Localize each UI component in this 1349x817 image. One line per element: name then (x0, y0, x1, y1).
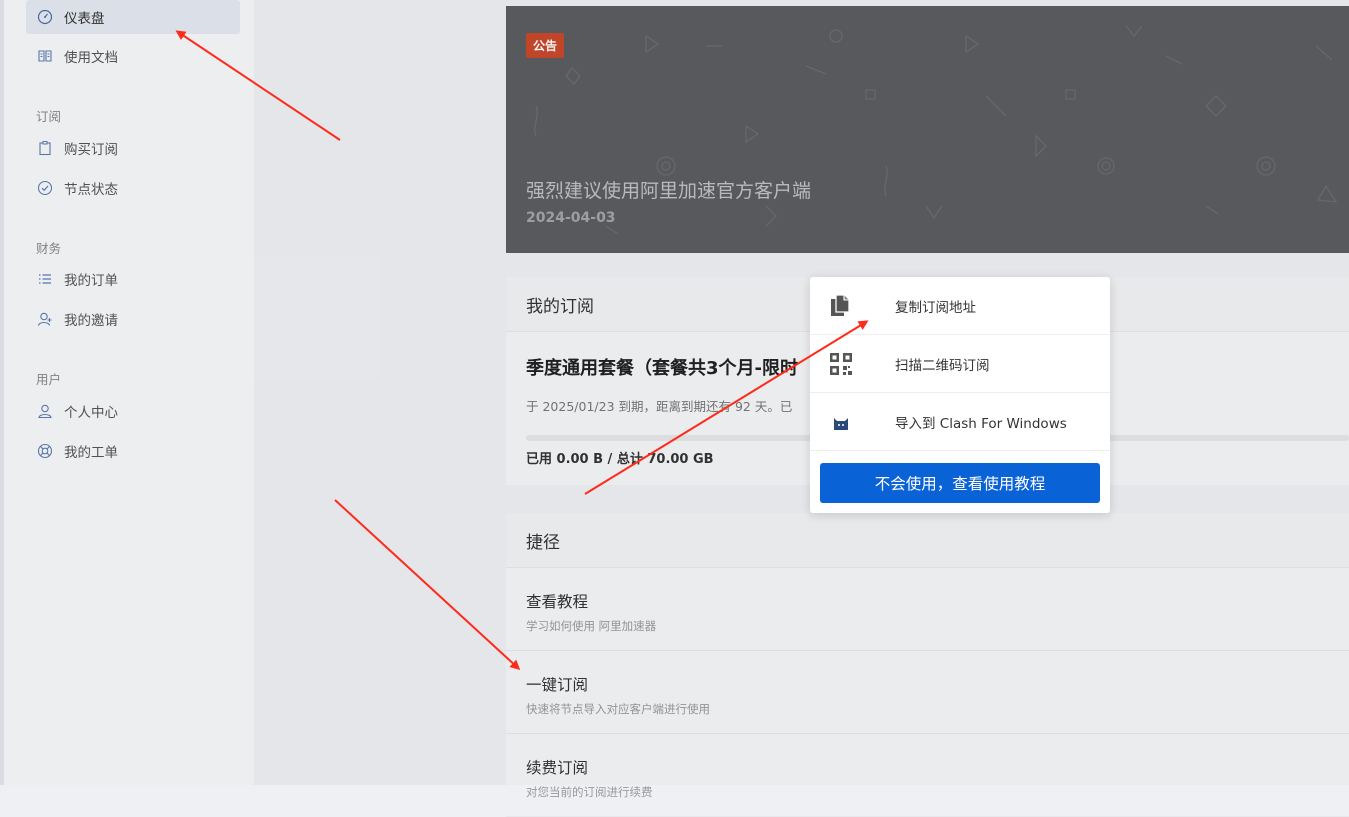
sidebar-item-label: 仪表盘 (64, 11, 105, 27)
sidebar-item-label: 节点状态 (64, 182, 118, 198)
shortcut-desc: 学习如何使用 阿里加速器 (526, 619, 657, 633)
copy-subscription-url-item[interactable]: 复制订阅地址 (810, 277, 1110, 335)
shortcut-renew-subscription[interactable]: 续费订阅 对您当前的订阅进行续费 (506, 734, 1349, 817)
import-clash-item[interactable]: 导入到 Clash For Windows (810, 393, 1110, 451)
clipboard-icon (36, 139, 54, 157)
announcement-banner[interactable]: 公告 强烈建议使用阿里加速官方客户端 2024-04-03 (506, 6, 1349, 253)
shortcut-desc: 对您当前的订阅进行续费 (526, 785, 653, 799)
sidebar-item-dashboard[interactable]: 仪表盘 (26, 0, 240, 34)
shortcuts-card-title: 捷径 (506, 513, 1349, 568)
sidebar-item-label: 我的订单 (64, 273, 118, 289)
main-content: 公告 强烈建议使用阿里加速官方客户端 2024-04-03 我的订阅 季度通用套… (254, 0, 1349, 817)
sidebar-item-label: 使用文档 (64, 50, 118, 66)
user-icon (36, 402, 54, 420)
popup-item-label: 扫描二维码订阅 (895, 357, 990, 374)
copy-icon (828, 293, 854, 319)
sidebar-item-docs[interactable]: 使用文档 (26, 39, 240, 73)
book-icon (36, 47, 54, 65)
list-icon (36, 270, 54, 288)
plan-name: 季度通用套餐（套餐共3个月-限时 (526, 358, 798, 379)
clash-cat-icon (828, 409, 854, 435)
announcement-tag: 公告 (526, 33, 565, 58)
shortcut-desc: 快速将节点导入对应客户端进行使用 (526, 702, 710, 716)
shortcut-title: 续费订阅 (526, 759, 589, 777)
shortcut-view-tutorial[interactable]: 查看教程 学习如何使用 阿里加速器 (506, 568, 1349, 651)
popup-item-label: 导入到 Clash For Windows (895, 415, 1067, 432)
invite-user-icon (36, 310, 54, 328)
section-label-user: 用户 (36, 372, 62, 387)
shortcut-title: 查看教程 (526, 593, 589, 611)
popup-item-label: 复制订阅地址 (895, 299, 976, 316)
sidebar-item-my-invites[interactable]: 我的邀请 (26, 302, 240, 336)
shortcut-title: 一键订阅 (526, 676, 589, 694)
sidebar-item-label: 购买订阅 (64, 142, 118, 158)
sidebar-item-label: 我的邀请 (64, 313, 118, 329)
announcement-date: 2024-04-03 (526, 210, 616, 226)
sidebar-item-label: 我的工单 (64, 445, 118, 461)
sidebar-item-buy-subscription[interactable]: 购买订阅 (26, 131, 240, 165)
sidebar-item-my-orders[interactable]: 我的订单 (26, 262, 240, 296)
dashboard-icon (36, 8, 54, 26)
sidebar-item-label: 个人中心 (64, 405, 118, 421)
sidebar: 仪表盘 使用文档 订阅 购买订阅 节点状态 财务 我的订单 我的邀请 用户 个人… (0, 0, 254, 785)
sidebar-item-profile[interactable]: 个人中心 (26, 394, 240, 428)
announcement-title: 强烈建议使用阿里加速官方客户端 (526, 180, 812, 202)
check-circle-icon (36, 179, 54, 197)
expire-info: 于 2025/01/23 到期，距离到期还有 92 天。已 (526, 399, 793, 414)
sidebar-item-node-status[interactable]: 节点状态 (26, 171, 240, 205)
support-icon (36, 442, 54, 460)
subscribe-popup: 复制订阅地址 扫描二维码订阅 导入到 Clash For Windows 不会使… (810, 277, 1110, 513)
section-label-finance: 财务 (36, 241, 62, 256)
qrcode-icon (828, 351, 854, 377)
usage-text: 已用 0.00 B / 总计 70.00 GB (526, 452, 714, 467)
section-label-subscription: 订阅 (36, 109, 62, 124)
view-tutorial-button[interactable]: 不会使用，查看使用教程 (820, 463, 1100, 503)
sidebar-item-tickets[interactable]: 我的工单 (26, 434, 240, 468)
shortcut-one-click-subscribe[interactable]: 一键订阅 快速将节点导入对应客户端进行使用 (506, 651, 1349, 734)
banner-pattern (534, 25, 1338, 235)
shortcuts-card: 捷径 查看教程 学习如何使用 阿里加速器 一键订阅 快速将节点导入对应客户端进行… (506, 513, 1349, 817)
scan-qrcode-item[interactable]: 扫描二维码订阅 (810, 335, 1110, 393)
